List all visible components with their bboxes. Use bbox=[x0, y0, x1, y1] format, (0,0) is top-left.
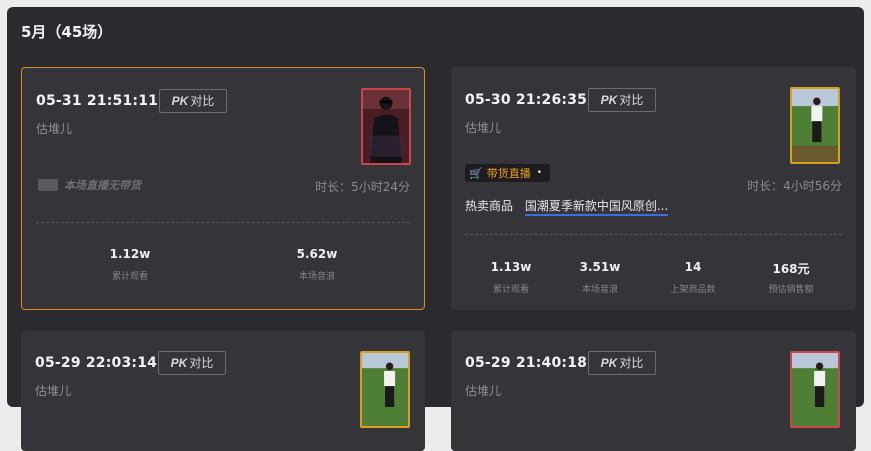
shopping-cart-icon: 🛒 bbox=[469, 166, 483, 180]
live-session-card[interactable]: 05-29 22:03:14 PK 对比 估堆儿 bbox=[21, 331, 425, 451]
stat-total-views-value: 1.12w bbox=[109, 247, 151, 261]
compare-label: 对比 bbox=[619, 356, 644, 370]
live-history-panel: 5月（45场） 05-31 21:51:11 PK 对比 估堆儿 本场直播无带货 … bbox=[7, 7, 864, 451]
streamer-name: 估堆儿 bbox=[465, 121, 502, 135]
hot-products-label: 热卖商品 bbox=[465, 199, 514, 213]
hot-product-link[interactable]: 国潮夏季新款中国风原创... bbox=[524, 199, 669, 216]
no-goods-label: 本场直播无带货 bbox=[64, 179, 141, 192]
card-divider bbox=[36, 222, 410, 223]
stat-sound-wave-label: 本场音浪 bbox=[581, 285, 618, 295]
stat-total-views-label: 累计观看 bbox=[492, 285, 529, 295]
live-session-card[interactable]: 05-30 21:26:35 PK 对比 估堆儿 🛒 带货直播 • 时长：4小时5… bbox=[451, 67, 856, 310]
session-time: 05-31 21:51:11 bbox=[36, 93, 159, 109]
session-time: 05-30 21:26:35 bbox=[465, 92, 588, 108]
streamer-name: 估堆儿 bbox=[35, 384, 72, 398]
stat-total-views-label: 累计观看 bbox=[111, 272, 148, 282]
stat-estimated-sales-label: 预估销售额 bbox=[768, 285, 814, 295]
compare-label: 对比 bbox=[619, 93, 644, 107]
pk-label: PK bbox=[170, 356, 188, 370]
session-duration: 时长：4小时56分 bbox=[747, 179, 842, 193]
session-thumbnail[interactable] bbox=[361, 88, 411, 165]
pk-compare-button[interactable]: PK 对比 bbox=[158, 351, 226, 375]
card-divider bbox=[465, 234, 842, 235]
pk-label: PK bbox=[600, 93, 618, 107]
pk-compare-button[interactable]: PK 对比 bbox=[159, 89, 227, 113]
session-time: 05-29 22:03:14 bbox=[35, 355, 158, 371]
pk-label: PK bbox=[600, 356, 618, 370]
live-tag-label: 带货直播 bbox=[486, 167, 531, 180]
streamer-name: 估堆儿 bbox=[36, 122, 73, 136]
stat-total-views-value: 1.13w bbox=[490, 260, 532, 274]
no-goods-notice: 本场直播无带货 bbox=[38, 177, 141, 193]
live-session-card[interactable]: 05-29 21:40:18 PK 对比 估堆儿 bbox=[451, 331, 856, 451]
session-duration: 时长：5小时24分 bbox=[315, 180, 410, 194]
hot-products: 热卖商品 国潮夏季新款中国风原创... bbox=[465, 197, 669, 216]
pk-compare-button[interactable]: PK 对比 bbox=[588, 88, 656, 112]
pk-compare-button[interactable]: PK 对比 bbox=[588, 351, 656, 375]
session-thumbnail[interactable] bbox=[360, 351, 410, 428]
compare-label: 对比 bbox=[189, 356, 214, 370]
session-thumbnail[interactable] bbox=[790, 87, 840, 164]
stat-products-count-label: 上架商品数 bbox=[670, 285, 716, 295]
stat-estimated-sales-value: 168元 bbox=[772, 262, 810, 276]
stat-sound-wave-value: 5.62w bbox=[296, 247, 338, 261]
stat-products-count-value: 14 bbox=[684, 260, 702, 274]
live-commerce-tag: 🛒 带货直播 • bbox=[465, 164, 551, 182]
session-thumbnail[interactable] bbox=[790, 351, 840, 428]
session-time: 05-29 21:40:18 bbox=[465, 355, 588, 371]
stat-sound-wave-label: 本场音浪 bbox=[298, 272, 335, 282]
live-session-card[interactable]: 05-31 21:51:11 PK 对比 估堆儿 本场直播无带货 时长：5小时24… bbox=[21, 67, 425, 310]
streamer-name: 估堆儿 bbox=[465, 384, 502, 398]
pk-label: PK bbox=[171, 94, 189, 108]
dot-icon: • bbox=[536, 168, 543, 178]
box-icon bbox=[38, 179, 58, 191]
month-title: 5月（45场） bbox=[21, 23, 113, 41]
compare-label: 对比 bbox=[190, 94, 215, 108]
stat-sound-wave-value: 3.51w bbox=[579, 260, 621, 274]
